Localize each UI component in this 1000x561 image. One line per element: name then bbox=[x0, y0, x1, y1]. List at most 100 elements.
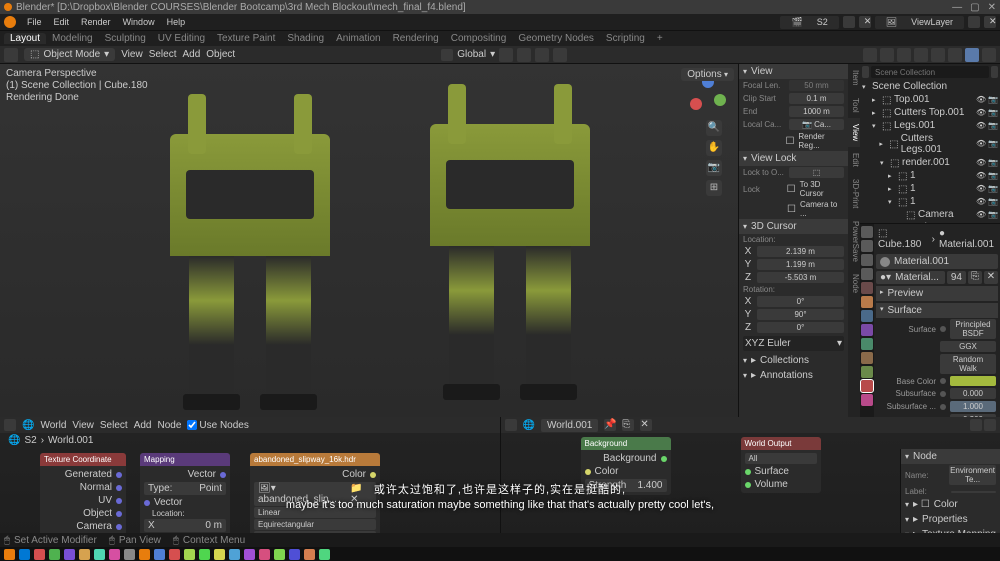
maximize-button[interactable]: ▢ bbox=[970, 2, 979, 13]
node-np-header[interactable]: Node bbox=[901, 449, 1000, 464]
menu-render[interactable]: Render bbox=[76, 17, 116, 27]
outliner-mode-icon[interactable] bbox=[862, 66, 869, 78]
ptab-object[interactable] bbox=[861, 296, 873, 308]
viewport-options[interactable]: Options ▾ bbox=[681, 68, 734, 81]
mode-selector[interactable]: ⬚ Object Mode ▾ bbox=[24, 48, 115, 61]
tree-item[interactable]: ▾⬚Legs.001👁📷 bbox=[860, 119, 1000, 132]
np-view-header[interactable]: View bbox=[739, 64, 848, 79]
np-cursor-header[interactable]: 3D Cursor bbox=[739, 219, 848, 234]
taskbar-icon-10[interactable] bbox=[154, 549, 165, 560]
nav-gizmo[interactable] bbox=[690, 76, 726, 112]
taskbar-icon-3[interactable] bbox=[49, 549, 60, 560]
ptab-viewlayer[interactable] bbox=[861, 254, 873, 266]
taskbar-icon-11[interactable] bbox=[169, 549, 180, 560]
workspace-tab-sculpting[interactable]: Sculpting bbox=[99, 33, 152, 44]
taskbar-icon-14[interactable] bbox=[214, 549, 225, 560]
crumb-object[interactable]: ⬚ Cube.180 bbox=[878, 228, 928, 250]
node-unlink-icon[interactable]: ✕ bbox=[640, 419, 652, 431]
axis-x[interactable] bbox=[690, 98, 702, 110]
mat-unlink-icon[interactable]: ✕ bbox=[984, 271, 998, 284]
taskbar-icon-8[interactable] bbox=[124, 549, 135, 560]
menu-file[interactable]: File bbox=[22, 17, 47, 27]
tree-item[interactable]: ▸⬚Cutters Legs.001👁📷 bbox=[860, 132, 1000, 156]
layer-del-icon[interactable]: ✕ bbox=[984, 16, 996, 28]
tree-item[interactable]: ▸⬚1👁📷 bbox=[860, 169, 1000, 182]
menu-edit[interactable]: Edit bbox=[49, 17, 75, 27]
cursor-ry[interactable]: 90° bbox=[757, 309, 844, 320]
vtab-node[interactable]: Node bbox=[848, 268, 860, 299]
clip-start-value[interactable]: 0.1 m bbox=[789, 93, 844, 104]
taskbar-icon-2[interactable] bbox=[34, 549, 45, 560]
viewlayer-selector[interactable]: 🖼 ViewLayer bbox=[875, 16, 964, 29]
ptab-modifier[interactable] bbox=[861, 310, 873, 322]
cursor-x[interactable]: 2.139 m bbox=[757, 246, 844, 257]
vtab-powersave[interactable]: PowerSave bbox=[848, 215, 860, 268]
lock-3dcursor-check[interactable]: ☐ bbox=[787, 184, 796, 195]
vtab-tool[interactable]: Tool bbox=[848, 92, 860, 119]
clip-end-value[interactable]: 1000 m bbox=[789, 106, 844, 117]
taskbar-icon-9[interactable] bbox=[139, 549, 150, 560]
vtab-3d-print[interactable]: 3D-Print bbox=[848, 173, 860, 214]
node-select-menu[interactable]: Select bbox=[100, 420, 128, 431]
focal-value[interactable]: 50 mm bbox=[789, 80, 844, 91]
menu-object-3d[interactable]: Object bbox=[206, 49, 235, 60]
menu-help[interactable]: Help bbox=[162, 17, 191, 27]
np-annotations-header[interactable]: ▸ Annotations bbox=[739, 368, 848, 383]
lockto-field[interactable]: ⬚ bbox=[789, 167, 844, 178]
sss-method-select[interactable]: Random Walk bbox=[940, 354, 996, 374]
np-label-field[interactable] bbox=[951, 491, 996, 493]
taskbar-icon-1[interactable] bbox=[19, 549, 30, 560]
workspace-tab-texture paint[interactable]: Texture Paint bbox=[211, 33, 281, 44]
outliner-filter-icon[interactable] bbox=[991, 66, 998, 78]
snap-icon[interactable] bbox=[517, 48, 531, 62]
taskbar-icon-17[interactable] bbox=[259, 549, 270, 560]
material-slot[interactable]: Material.001 bbox=[876, 254, 998, 269]
material-browser[interactable]: ●▾ Material... bbox=[876, 271, 945, 284]
node-world-icon[interactable]: 🌐 bbox=[22, 420, 34, 431]
np-collections-header[interactable]: ▸ Collections bbox=[739, 353, 848, 368]
taskbar-icon-6[interactable] bbox=[94, 549, 105, 560]
ptab-texture[interactable] bbox=[861, 394, 873, 406]
menu-window[interactable]: Window bbox=[118, 17, 160, 27]
tree-item[interactable]: ⬚Camera👁📷 bbox=[860, 208, 1000, 221]
node-world-icon-r[interactable]: 🌐 bbox=[523, 420, 535, 431]
node-editor-type-icon[interactable] bbox=[4, 419, 16, 431]
workspace-tab-geometry nodes[interactable]: Geometry Nodes bbox=[512, 33, 600, 44]
pan-icon[interactable]: ✋ bbox=[706, 140, 722, 156]
scene-del-icon[interactable]: ✕ bbox=[859, 16, 871, 28]
prop-edit-icon[interactable] bbox=[535, 48, 549, 62]
cursor-rx[interactable]: 0° bbox=[757, 296, 844, 307]
workspace-tab-animation[interactable]: Animation bbox=[330, 33, 386, 44]
vtab-view[interactable]: View bbox=[848, 118, 860, 147]
ptab-material[interactable] bbox=[861, 380, 873, 392]
taskbar-icon-16[interactable] bbox=[244, 549, 255, 560]
workspace-tab-layout[interactable]: Layout bbox=[4, 33, 46, 44]
tree-item[interactable]: ▾⬚render.001👁📷 bbox=[860, 156, 1000, 169]
taskbar-icon-18[interactable] bbox=[274, 549, 285, 560]
cursor-y[interactable]: 1.199 m bbox=[757, 259, 844, 270]
node-node-menu[interactable]: Node bbox=[157, 420, 181, 431]
3d-viewport[interactable]: Camera Perspective (1) Scene Collection … bbox=[0, 64, 738, 417]
node-environment-texture[interactable]: abandoned_slipway_16k.hdr Color 🖼▾ aband… bbox=[250, 453, 380, 545]
taskbar-icon-5[interactable] bbox=[79, 549, 90, 560]
ptab-scene[interactable] bbox=[861, 268, 873, 280]
crumb-material[interactable]: ● Material.001 bbox=[939, 228, 996, 250]
taskbar-icon-19[interactable] bbox=[289, 549, 300, 560]
taskbar-icon-12[interactable] bbox=[184, 549, 195, 560]
ptab-constraint[interactable] bbox=[861, 352, 873, 364]
taskbar-icon-0[interactable] bbox=[4, 549, 15, 560]
vtab-item[interactable]: Item bbox=[848, 64, 860, 92]
local-cam-field[interactable]: 📷 Ca... bbox=[789, 119, 844, 130]
tree-item[interactable]: ▸⬚Top.001👁📷 bbox=[860, 93, 1000, 106]
xray-icon[interactable] bbox=[897, 48, 911, 62]
node-view-menu[interactable]: View bbox=[72, 420, 94, 431]
workspace-tab-compositing[interactable]: Compositing bbox=[445, 33, 513, 44]
node-canvas-left[interactable]: 🌐 S2 › World.001 Texture Coordinate Gene… bbox=[0, 433, 500, 534]
workspace-tab-modeling[interactable]: Modeling bbox=[46, 33, 99, 44]
ptab-particle[interactable] bbox=[861, 324, 873, 336]
scene-selector[interactable]: 🎬 S2 bbox=[780, 16, 838, 29]
prop-mode-icon[interactable] bbox=[553, 48, 567, 62]
distribution-select[interactable]: GGX bbox=[940, 341, 996, 352]
overlay-toggle-icon[interactable] bbox=[880, 48, 894, 62]
menu-view-3d[interactable]: View bbox=[121, 49, 143, 60]
